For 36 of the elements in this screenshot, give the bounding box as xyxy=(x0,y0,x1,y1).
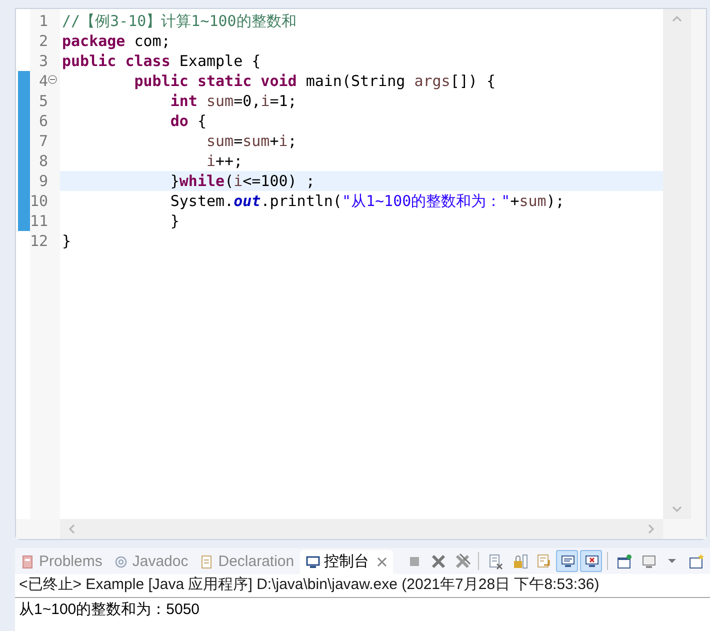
ring-icon xyxy=(114,555,128,569)
line-number: 5 xyxy=(38,91,48,111)
line-number: 12 xyxy=(30,231,48,251)
line-number: 8 xyxy=(38,151,48,171)
fold-icon[interactable] xyxy=(48,75,57,84)
clipboard-icon xyxy=(21,555,35,569)
line-number: 1 xyxy=(38,11,48,31)
panel-tab[interactable]: 控制台 xyxy=(300,550,394,574)
remove-icon xyxy=(430,552,447,570)
line-number: 7 xyxy=(38,131,48,151)
remove-all-icon xyxy=(454,552,471,570)
line-number: 2 xyxy=(38,31,48,51)
monitor-error-icon xyxy=(582,552,600,570)
pin-window-icon xyxy=(616,552,633,570)
wrap-document-icon xyxy=(534,552,552,570)
panel-tab[interactable]: Problems xyxy=(15,550,108,574)
panel-tab[interactable]: Declaration xyxy=(194,550,300,574)
monitor-error-button[interactable] xyxy=(580,550,602,572)
clear-document-icon xyxy=(486,552,504,570)
line-number: 4 xyxy=(38,71,48,91)
document-icon xyxy=(200,555,214,569)
new-window-icon xyxy=(688,552,705,570)
caret-icon xyxy=(668,559,676,563)
line-number: 3 xyxy=(38,51,48,71)
line-number: 6 xyxy=(38,111,48,131)
monitor-button[interactable] xyxy=(556,550,578,572)
line-number: 9 xyxy=(38,171,48,191)
monitor-icon xyxy=(306,555,320,569)
close-icon[interactable] xyxy=(377,557,388,567)
monitor-icon xyxy=(558,552,576,570)
panel-tab[interactable]: Javadoc xyxy=(108,550,194,574)
console-header: <已终止> Example [Java 应用程序] D:\java\bin\javaw.exe (2021年7月28日 下午8:53:36) xyxy=(15,574,710,598)
line-number: 10 xyxy=(30,191,48,211)
monitor-icon xyxy=(640,552,657,570)
console-output: 从1~100的整数和为：5050 xyxy=(18,600,200,620)
line-number: 11 xyxy=(30,211,48,231)
